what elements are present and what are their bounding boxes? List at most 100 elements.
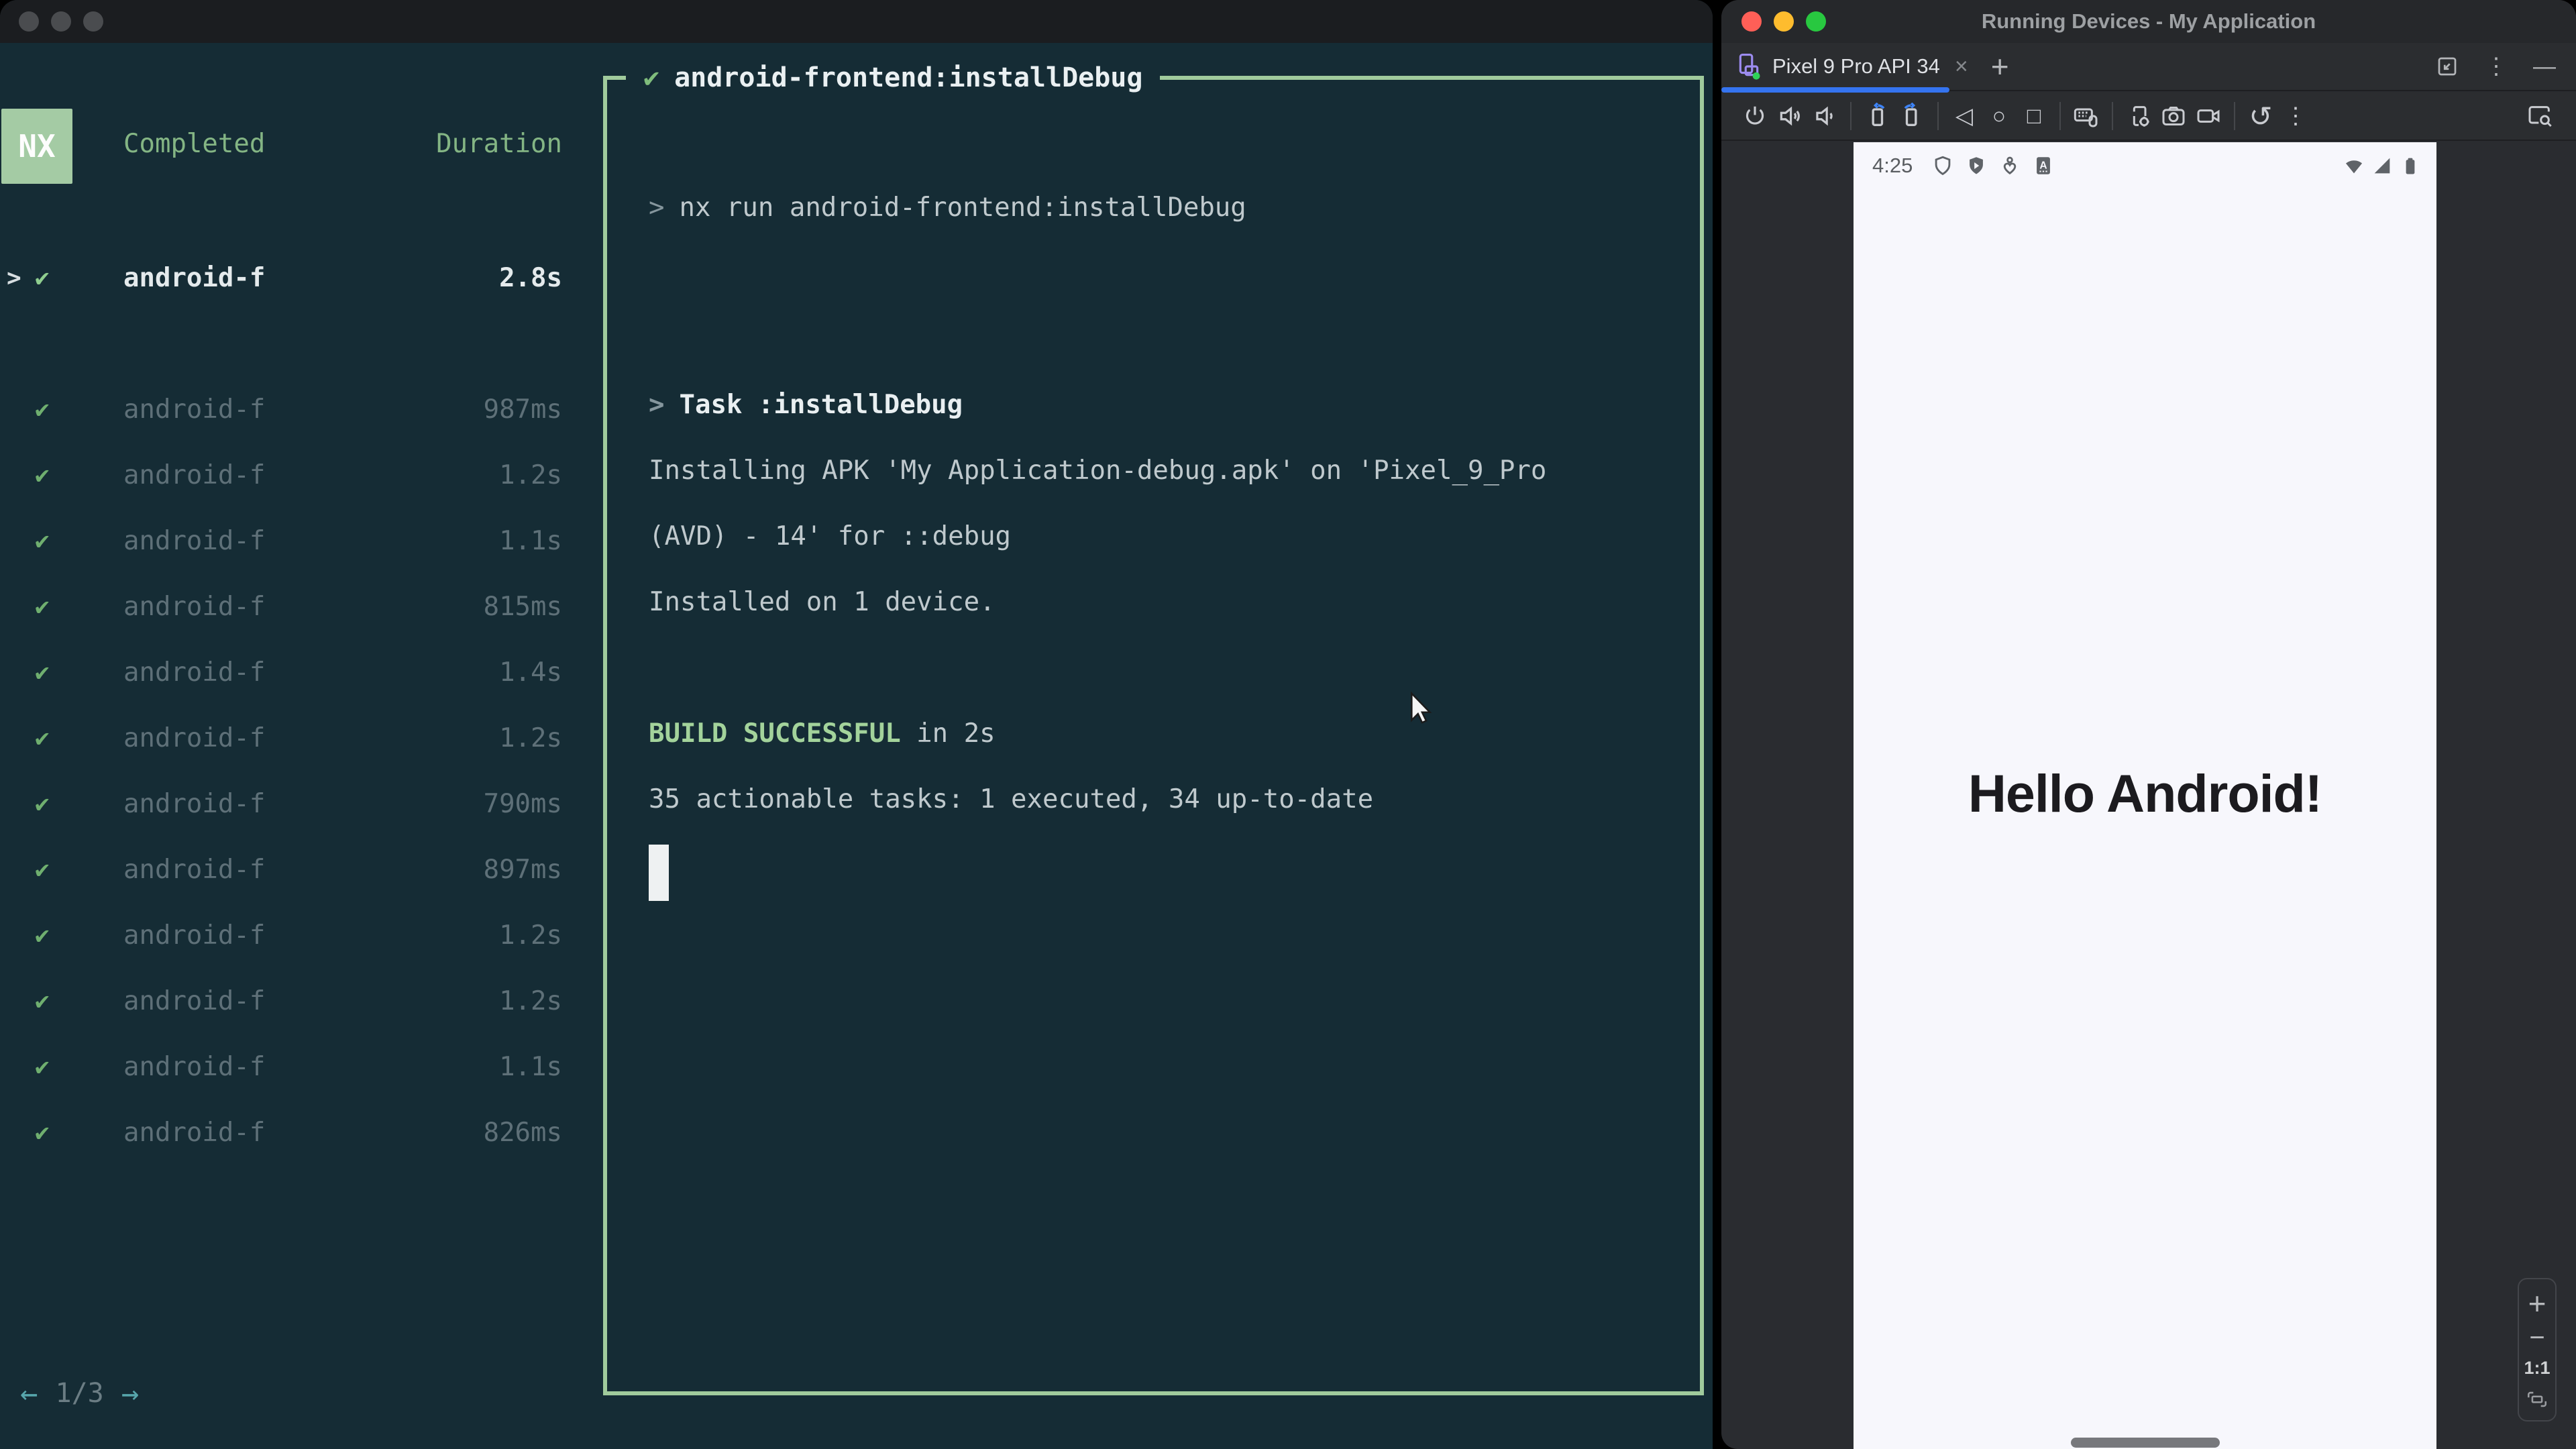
task-row[interactable]: ✔ android-f 1.2s	[0, 706, 577, 771]
task-row[interactable]: ✔ android-f 1.1s	[0, 1034, 577, 1100]
task-row[interactable]: ✔ android-f 826ms	[0, 1100, 577, 1166]
close-window-icon[interactable]	[19, 11, 39, 32]
check-icon: ✔	[35, 987, 50, 1015]
emulator-screen[interactable]: 4:25 A Hello Android!	[1854, 142, 2436, 1449]
prev-page-arrow[interactable]: ←	[20, 1377, 38, 1411]
auto-box-icon: A	[2032, 154, 2055, 177]
device-tab-bar: Pixel 9 Pro API 34 × + ⋮ —	[1721, 43, 2576, 91]
nx-terminal-window: NX Completed Duration > ✔ android-f 2.8s…	[0, 0, 1713, 1449]
overview-icon[interactable]: □	[2017, 99, 2051, 133]
task-row[interactable]: ✔ android-f 987ms	[0, 377, 577, 443]
task-row[interactable]: ✔ android-f 790ms	[0, 771, 577, 837]
rotate-right-icon[interactable]	[1894, 99, 1929, 133]
zoom-controls: + − 1:1	[2518, 1278, 2557, 1421]
output-line: (AVD) - 14' for ::debug	[649, 521, 1012, 551]
wellbeing-icon	[1998, 154, 2021, 177]
task-row[interactable]: ✔ android-f 897ms	[0, 837, 577, 903]
check-icon: ✔	[35, 396, 50, 423]
gradle-task-heading: > Task :installDebug	[649, 390, 963, 420]
more-options-icon[interactable]: ⋮	[2485, 53, 2508, 80]
navigation-pill[interactable]	[2070, 1438, 2220, 1448]
check-icon: ✔	[35, 1053, 50, 1081]
zoom-in-button[interactable]: +	[2528, 1288, 2546, 1319]
battery-icon	[2399, 154, 2422, 177]
hello-android-text: Hello Android!	[1968, 763, 2322, 823]
toolbar-separator	[2059, 102, 2061, 130]
check-icon: ✔	[35, 593, 50, 621]
toolbar-separator	[1850, 102, 1851, 130]
hide-panel-icon[interactable]: —	[2533, 54, 2556, 80]
task-row[interactable]: ✔ android-f 1.2s	[0, 443, 577, 508]
toolbar-separator	[2234, 102, 2235, 130]
emulator-toolbar: ◁ ○ □ ↺ ⋮	[1721, 93, 2576, 141]
task-output-title: ✔ android-frontend:installDebug	[626, 45, 1161, 111]
toolbar-separator	[2112, 102, 2113, 130]
actual-size-button[interactable]: 1:1	[2524, 1358, 2550, 1379]
minimize-window-icon[interactable]	[51, 11, 71, 32]
device-phone-icon	[1736, 52, 1762, 80]
zoom-out-button[interactable]: −	[2529, 1324, 2544, 1351]
volume-up-icon[interactable]	[1772, 99, 1807, 133]
task-row[interactable]: ✔ android-f 1.4s	[0, 640, 577, 706]
terminal-cursor	[649, 845, 669, 901]
device-settings-icon[interactable]	[2121, 99, 2156, 133]
reboot-icon[interactable]: ↺	[2243, 99, 2278, 133]
task-output-box: ✔ android-frontend:installDebug > nx run a…	[603, 45, 1704, 1395]
check-icon: ✔	[35, 856, 50, 883]
task-row[interactable]: ✔ android-f 1.2s	[0, 969, 577, 1034]
task-row[interactable]: ✔ android-f 815ms	[0, 574, 577, 640]
build-successful-text: BUILD SUCCESSFUL	[649, 718, 901, 749]
maximize-window-icon[interactable]	[83, 11, 103, 32]
task-row[interactable]: ✔ android-f 1.2s	[0, 903, 577, 969]
fit-to-window-icon[interactable]	[2526, 1389, 2548, 1409]
hardware-input-icon[interactable]	[2069, 99, 2104, 133]
screen-record-icon[interactable]	[2191, 99, 2226, 133]
prompt-icon: >	[649, 390, 665, 420]
pagination: ← 1/3 →	[20, 1360, 139, 1426]
check-icon: ✔	[35, 264, 50, 292]
panel-controls: ⋮ —	[2435, 53, 2556, 80]
terminal-titlebar	[0, 0, 1713, 43]
close-tab-icon[interactable]: ×	[1955, 54, 1968, 80]
svg-text:A: A	[2040, 160, 2047, 171]
volume-down-icon[interactable]	[1807, 99, 1842, 133]
screen-search-icon[interactable]	[2522, 99, 2557, 133]
notification-icons: A	[1931, 154, 2055, 177]
check-icon: ✔	[35, 527, 50, 555]
add-tab-icon[interactable]: +	[1991, 48, 2009, 85]
next-page-arrow[interactable]: →	[121, 1377, 140, 1411]
task-row-selected[interactable]: > ✔ android-f 2.8s	[0, 246, 577, 311]
tab-pixel-9-pro[interactable]: Pixel 9 Pro API 34 ×	[1736, 43, 1968, 90]
rotate-left-icon[interactable]	[1860, 99, 1894, 133]
toolbar-more-icon[interactable]: ⋮	[2278, 99, 2313, 133]
wifi-icon	[2343, 154, 2365, 177]
check-icon: ✔	[35, 922, 50, 949]
terminal-command-line: > nx run android-frontend:installDebug	[649, 193, 1246, 223]
shield-outline-icon	[1931, 154, 1954, 177]
build-status-line: BUILD SUCCESSFUL in 2s	[649, 718, 996, 749]
window-title: Running Devices - My Application	[1981, 9, 2316, 33]
float-window-icon[interactable]	[2435, 54, 2459, 78]
studio-titlebar: Running Devices - My Application	[1721, 0, 2576, 43]
check-icon: ✔	[35, 462, 50, 489]
check-icon: ✔	[35, 1119, 50, 1146]
home-icon[interactable]: ○	[1982, 99, 2017, 133]
list-gap	[0, 311, 577, 377]
duration-column-header: Duration	[436, 129, 562, 159]
check-icon: ✔	[35, 659, 50, 686]
power-icon[interactable]	[1737, 99, 1772, 133]
screenshot-camera-icon[interactable]	[2156, 99, 2191, 133]
task-list: > ✔ android-f 2.8s ✔ android-f 987ms ✔ an…	[0, 246, 577, 1166]
check-icon: ✔	[35, 790, 50, 818]
mouse-pointer	[1405, 691, 1435, 730]
running-devices-window: Running Devices - My Application Pixel 9…	[1721, 0, 2576, 1449]
tab-label: Pixel 9 Pro API 34	[1772, 54, 1940, 78]
back-icon[interactable]: ◁	[1947, 99, 1982, 133]
check-icon: ✔	[643, 62, 660, 93]
system-status-icons	[2343, 154, 2422, 177]
active-tab-indicator	[1721, 87, 1949, 93]
signal-icon	[2371, 154, 2394, 177]
task-row[interactable]: ✔ android-f 1.1s	[0, 508, 577, 574]
status-time: 4:25	[1872, 154, 1913, 177]
toolbar-separator	[1937, 102, 1939, 130]
